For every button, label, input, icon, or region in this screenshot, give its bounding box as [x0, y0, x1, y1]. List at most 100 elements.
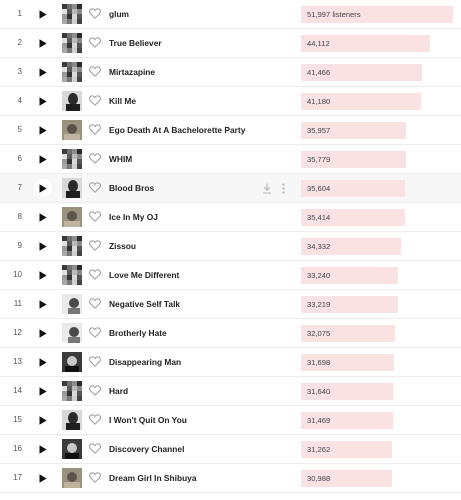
track-title-link[interactable]: Discovery Channel [109, 435, 184, 463]
play-button[interactable] [34, 237, 52, 255]
play-button[interactable] [34, 353, 52, 371]
track-title-link[interactable]: Love Me Different [109, 261, 179, 289]
play-button[interactable] [34, 208, 52, 226]
album-art[interactable] [62, 410, 82, 430]
play-button[interactable] [34, 5, 52, 23]
play-button[interactable] [34, 266, 52, 284]
play-button[interactable] [34, 150, 52, 168]
track-title-link[interactable]: Blood Bros [109, 174, 154, 202]
track-row[interactable]: 8 Ice In My OJ 35,414 [0, 203, 461, 232]
play-button[interactable] [34, 295, 52, 313]
track-title-link[interactable]: Hard [109, 377, 128, 405]
album-art[interactable] [62, 439, 82, 459]
heart-outline-icon [89, 385, 101, 396]
play-button[interactable] [34, 440, 52, 458]
track-title-link[interactable]: Dream Girl In Shibuya [109, 464, 197, 492]
album-art[interactable] [62, 352, 82, 372]
love-button[interactable] [89, 153, 102, 165]
track-row[interactable]: 2 True Believer 44,112 [0, 29, 461, 58]
track-title-link[interactable]: glum [109, 0, 129, 28]
track-rank: 12 [13, 328, 22, 337]
download-button[interactable] [262, 183, 272, 194]
album-art[interactable] [62, 323, 82, 343]
track-rank: 5 [17, 125, 22, 134]
play-button[interactable] [34, 92, 52, 110]
love-button[interactable] [89, 269, 102, 281]
play-button[interactable] [34, 34, 52, 52]
play-icon [39, 241, 47, 251]
play-button[interactable] [34, 324, 52, 342]
track-title-link[interactable]: Disappearing Man [109, 348, 181, 376]
heart-outline-icon [89, 298, 101, 309]
track-row[interactable]: 3 Mirtazapine 41,466 [0, 58, 461, 87]
track-title-link[interactable]: WHIM [109, 145, 132, 173]
album-art[interactable] [62, 91, 82, 111]
track-title-link[interactable]: Ice In My OJ [109, 203, 158, 231]
play-icon [39, 183, 47, 193]
play-button[interactable] [34, 382, 52, 400]
album-art[interactable] [62, 381, 82, 401]
listeners-bar-container: 35,414 [301, 209, 453, 226]
love-button[interactable] [89, 414, 102, 426]
track-rank: 2 [17, 38, 22, 47]
album-art[interactable] [62, 294, 82, 314]
play-button[interactable] [34, 469, 52, 487]
track-title-link[interactable]: I Won't Quit On You [109, 406, 187, 434]
track-row[interactable]: 13 Disappearing Man 31,698 [0, 348, 461, 377]
album-art[interactable] [62, 4, 82, 24]
album-art[interactable] [62, 149, 82, 169]
track-row[interactable]: 11 Negative Self Talk 33,219 [0, 290, 461, 319]
track-title-link[interactable]: Mirtazapine [109, 58, 155, 86]
album-art[interactable] [62, 207, 82, 227]
track-row[interactable]: 5 Ego Death At A Bachelorette Party 35,957 [0, 116, 461, 145]
love-button[interactable] [89, 95, 102, 107]
track-title-link[interactable]: Kill Me [109, 87, 136, 115]
love-button[interactable] [89, 66, 102, 78]
track-row[interactable]: 17 Dream Girl In Shibuya 30,988 [0, 464, 461, 493]
love-button[interactable] [89, 37, 102, 49]
album-art[interactable] [62, 33, 82, 53]
love-button[interactable] [89, 443, 102, 455]
play-icon [39, 38, 47, 48]
listener-count: 31,698 [307, 358, 331, 367]
track-row[interactable]: 12 Brotherly Hate 32,075 [0, 319, 461, 348]
track-row[interactable]: 10 Love Me Different 33,240 [0, 261, 461, 290]
play-button[interactable] [34, 411, 52, 429]
track-row[interactable]: 9 Zissou 34,332 [0, 232, 461, 261]
love-button[interactable] [89, 356, 102, 368]
track-row[interactable]: 14 Hard 31,640 [0, 377, 461, 406]
row-actions [262, 182, 285, 194]
love-button[interactable] [89, 240, 102, 252]
album-art[interactable] [62, 120, 82, 140]
album-art[interactable] [62, 468, 82, 488]
track-title-link[interactable]: True Believer [109, 29, 162, 57]
more-button[interactable] [282, 182, 285, 194]
love-button[interactable] [89, 182, 102, 194]
love-button[interactable] [89, 472, 102, 484]
love-button[interactable] [89, 327, 102, 339]
listener-count: 41,466 [307, 68, 331, 77]
play-button[interactable] [34, 179, 52, 197]
track-row[interactable]: 6 WHIM 35,779 [0, 145, 461, 174]
track-row[interactable]: 15 I Won't Quit On You 31,469 [0, 406, 461, 435]
track-title-link[interactable]: Ego Death At A Bachelorette Party [109, 116, 245, 144]
album-art[interactable] [62, 236, 82, 256]
track-title-link[interactable]: Zissou [109, 232, 136, 260]
track-title-link[interactable]: Brotherly Hate [109, 319, 167, 347]
track-row[interactable]: 7 Blood Bros 35,604 [0, 174, 461, 203]
play-icon [39, 357, 47, 367]
love-button[interactable] [89, 298, 102, 310]
track-row[interactable]: 16 Discovery Channel 31,262 [0, 435, 461, 464]
play-button[interactable] [34, 63, 52, 81]
track-row[interactable]: 1 glum 51,997 listeners [0, 0, 461, 29]
love-button[interactable] [89, 8, 102, 20]
love-button[interactable] [89, 211, 102, 223]
album-art[interactable] [62, 265, 82, 285]
love-button[interactable] [89, 124, 102, 136]
track-title-link[interactable]: Negative Self Talk [109, 290, 180, 318]
play-button[interactable] [34, 121, 52, 139]
track-row[interactable]: 4 Kill Me 41,180 [0, 87, 461, 116]
album-art[interactable] [62, 178, 82, 198]
love-button[interactable] [89, 385, 102, 397]
album-art[interactable] [62, 62, 82, 82]
